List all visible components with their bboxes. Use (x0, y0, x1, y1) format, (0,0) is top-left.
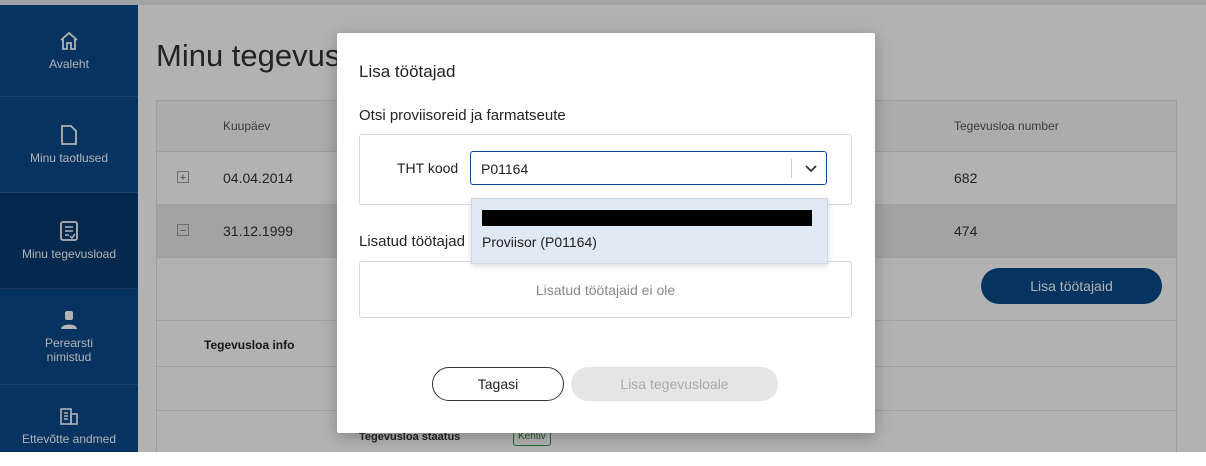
added-employees-empty: Lisatud töötajaid ei ole (359, 261, 852, 318)
back-button[interactable]: Tagasi (432, 367, 564, 401)
tht-code-label: THT kood (397, 160, 459, 176)
tht-code-value: P01164 (481, 161, 529, 177)
search-heading: Otsi proviisoreid ja farmatseute (359, 107, 566, 124)
search-section: THT kood P01164 (359, 134, 852, 205)
added-employees-heading: Lisatud töötajad (359, 233, 465, 250)
modal-title: Lisa töötajad (359, 62, 456, 81)
redacted-option (482, 210, 812, 226)
add-to-license-button[interactable]: Lisa tegevusloale (571, 367, 778, 401)
select-divider (791, 159, 792, 178)
chevron-down-icon[interactable] (801, 159, 821, 179)
dropdown-option[interactable]: Proviisor (P01164) (482, 234, 597, 250)
tht-code-dropdown: Proviisor (P01164) (471, 198, 828, 264)
tht-code-select[interactable]: P01164 (470, 151, 827, 185)
